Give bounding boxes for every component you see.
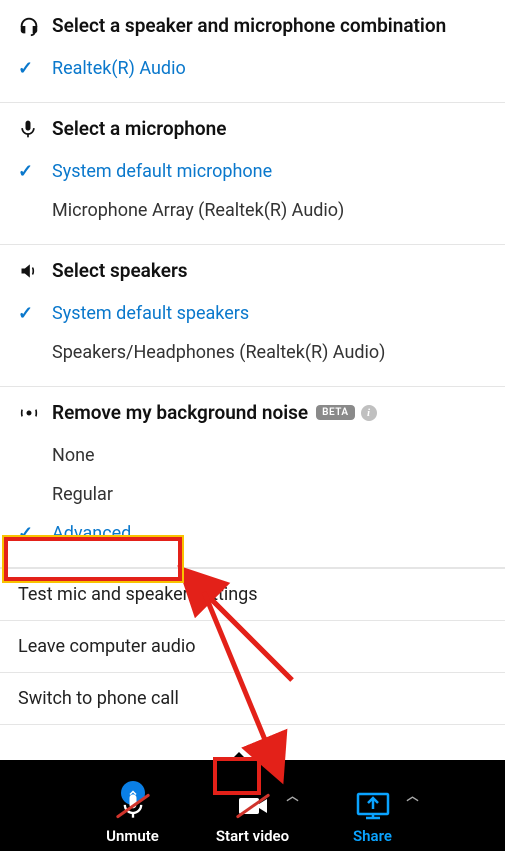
toolbar-pointer-icon bbox=[230, 752, 248, 761]
toolbar-label: Start video bbox=[216, 827, 289, 845]
action-test-settings[interactable]: Test mic and speaker settings bbox=[0, 569, 505, 621]
share-screen-icon bbox=[356, 785, 390, 827]
option-realtek-combo[interactable]: ✓ Realtek(R) Audio bbox=[0, 49, 505, 88]
option-system-default-speakers[interactable]: ✓ System default speakers bbox=[0, 294, 505, 333]
option-label: Advanced bbox=[52, 523, 131, 544]
option-label: Speakers/Headphones (Realtek(R) Audio) bbox=[52, 342, 385, 363]
option-label: None bbox=[52, 445, 95, 466]
section-header-microphone: Select a microphone bbox=[0, 117, 505, 152]
toolbar-label: Unmute bbox=[106, 827, 159, 845]
section-audio-combo: Select a speaker and microphone combinat… bbox=[0, 0, 505, 103]
chevron-up-icon[interactable]: ︿ bbox=[406, 787, 418, 804]
noise-icon bbox=[18, 403, 46, 423]
check-icon: ✓ bbox=[18, 58, 33, 79]
section-microphone: Select a microphone ✓ System default mic… bbox=[0, 103, 505, 245]
option-noise-advanced[interactable]: ✓ Advanced bbox=[0, 514, 505, 553]
option-label: System default speakers bbox=[52, 303, 249, 324]
option-noise-none[interactable]: None bbox=[0, 436, 505, 475]
action-leave-audio[interactable]: Leave computer audio bbox=[0, 621, 505, 673]
check-icon: ✓ bbox=[18, 303, 33, 324]
video-off-icon bbox=[237, 785, 269, 827]
section-title: Remove my background noise bbox=[52, 401, 308, 424]
option-speakers-headphones[interactable]: Speakers/Headphones (Realtek(R) Audio) bbox=[0, 333, 505, 372]
section-header-audio-combo: Select a speaker and microphone combinat… bbox=[0, 14, 505, 49]
section-title: Select a microphone bbox=[52, 117, 226, 140]
section-noise-removal: Remove my background noise BETA i None R… bbox=[0, 387, 505, 568]
action-list: Test mic and speaker settings Leave comp… bbox=[0, 568, 505, 725]
check-icon: ✓ bbox=[18, 161, 33, 182]
section-header-noise: Remove my background noise BETA i bbox=[0, 401, 505, 436]
toolbar-label: Share bbox=[353, 827, 392, 845]
option-label: Microphone Array (Realtek(R) Audio) bbox=[52, 200, 344, 221]
option-system-default-mic[interactable]: ✓ System default microphone bbox=[0, 152, 505, 191]
section-title: Select a speaker and microphone combinat… bbox=[52, 14, 446, 37]
option-label: Realtek(R) Audio bbox=[52, 58, 186, 79]
toolbar-unmute-button[interactable]: Unmute bbox=[85, 785, 181, 845]
beta-badge: BETA bbox=[316, 405, 354, 420]
microphone-muted-icon bbox=[119, 785, 147, 827]
toolbar-start-video-button[interactable]: ︿ Start video bbox=[205, 785, 301, 845]
section-speakers: Select speakers ✓ System default speaker… bbox=[0, 245, 505, 387]
section-header-speakers: Select speakers bbox=[0, 259, 505, 294]
action-switch-phone[interactable]: Switch to phone call bbox=[0, 673, 505, 725]
info-icon[interactable]: i bbox=[361, 405, 377, 421]
section-title: Select speakers bbox=[52, 259, 188, 282]
chevron-up-icon[interactable]: ︿ bbox=[286, 787, 298, 804]
option-noise-regular[interactable]: Regular bbox=[0, 475, 505, 514]
option-mic-array[interactable]: Microphone Array (Realtek(R) Audio) bbox=[0, 191, 505, 230]
toolbar: Unmute ︿ Start video ︿ Share bbox=[0, 760, 505, 851]
toolbar-share-button[interactable]: ︿ Share bbox=[325, 785, 421, 845]
speaker-icon bbox=[18, 261, 46, 281]
option-label: System default microphone bbox=[52, 161, 272, 182]
headset-icon bbox=[18, 15, 46, 37]
option-label: Regular bbox=[52, 484, 113, 505]
check-icon: ✓ bbox=[18, 523, 33, 544]
microphone-icon bbox=[18, 118, 46, 140]
